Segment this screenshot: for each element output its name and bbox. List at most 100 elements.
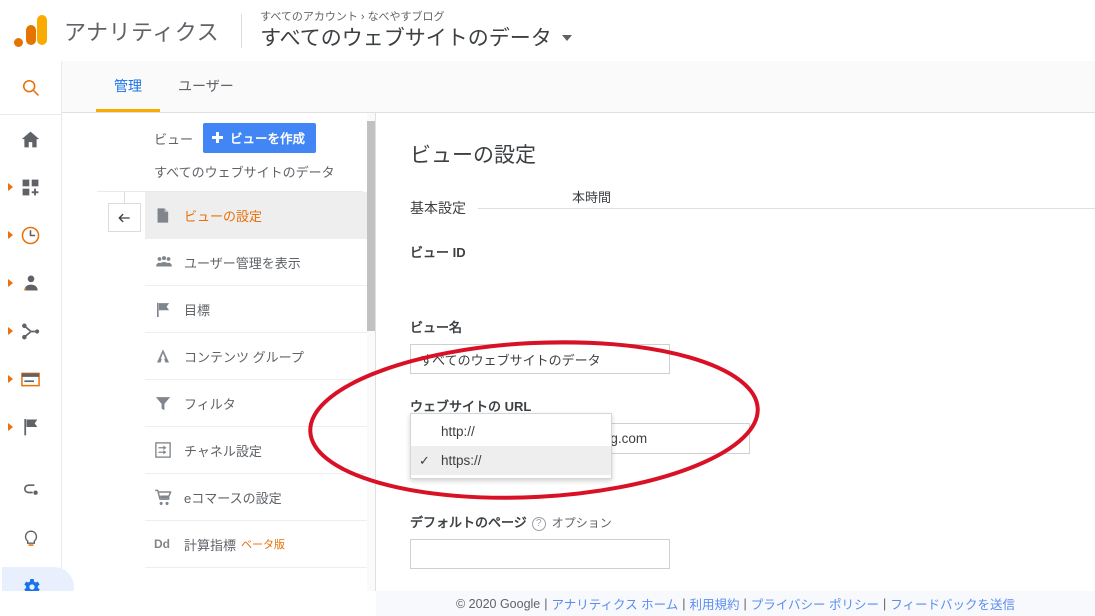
nav-item-label: ビューの設定 (184, 208, 263, 224)
optional-label: オプション (551, 516, 612, 530)
top-header: アナリティクス すべてのアカウント › なべやすブログ すべてのウェブサイトのデータ (0, 0, 1095, 61)
search-button[interactable] (0, 61, 61, 115)
nav-item-channel-settings[interactable]: チャネル設定 (145, 427, 375, 474)
breadcrumb-account[interactable]: すべてのアカウント (260, 11, 358, 23)
attribution-icon (23, 484, 38, 495)
create-view-label: ビューを作成 (230, 132, 306, 146)
breadcrumb-separator: › (360, 10, 365, 23)
nav-item-view-settings[interactable]: ビューの設定 (145, 192, 375, 239)
default-page-field: デフォルトのページ? オプション (410, 512, 1095, 569)
nav-item-label: フィルタ (184, 396, 236, 412)
view-name-label: ビュー名 (410, 320, 463, 335)
document-icon (154, 206, 184, 225)
page-title: ビューの設定 (410, 144, 536, 167)
flag-icon (154, 300, 184, 319)
nav-scrollbar-thumb[interactable] (367, 121, 375, 331)
rail-item-attribution[interactable] (0, 467, 61, 515)
person-audience-icon (23, 275, 38, 291)
shopping-cart-icon (154, 488, 184, 507)
filter-funnel-icon (154, 394, 184, 413)
left-icon-rail (0, 61, 74, 616)
content-group-icon (154, 347, 184, 366)
chevron-right-icon (8, 375, 13, 383)
home-icon (21, 131, 40, 147)
checkmark-icon: ✓ (419, 452, 430, 468)
view-name-input[interactable] (410, 344, 670, 374)
current-view-name[interactable]: すべてのウェブサイトのデータ (97, 153, 363, 192)
nav-item-filters[interactable]: フィルタ (145, 380, 375, 427)
default-page-label: デフォルトのページ (410, 515, 527, 530)
view-name-field: ビュー名 (410, 317, 1095, 374)
dropdown-option-https[interactable]: ✓ https:// (411, 446, 611, 475)
rail-item-home[interactable] (0, 115, 61, 163)
rail-item-acquisition[interactable] (0, 307, 61, 355)
brand-name: アナリティクス (64, 19, 220, 45)
dropdown-option-label: http:// (441, 424, 475, 439)
chevron-right-icon (8, 231, 13, 239)
nav-item-label: コンテンツ グループ (184, 349, 304, 365)
nav-item-label: 計算指標 (184, 537, 237, 553)
plus-icon (212, 132, 224, 143)
footer-pipe: | (883, 596, 887, 611)
create-view-button[interactable]: ビューを作成 (203, 123, 317, 153)
dropdown-option-label: https:// (441, 453, 482, 468)
analytics-admin-screen: アナリティクス すべてのアカウント › なべやすブログ すべてのウェブサイトのデータ (0, 0, 1095, 616)
footer-pipe: | (743, 596, 747, 611)
nav-item-goals[interactable]: 目標 (145, 286, 375, 333)
view-title: すべてのウェブサイトのデータ (260, 26, 552, 50)
tab-users[interactable]: ユーザー (160, 60, 252, 112)
lightbulb-discover-icon (24, 530, 37, 546)
footer-link-analytics-home[interactable]: アナリティクス ホーム (552, 594, 679, 613)
rail-item-behavior[interactable] (0, 355, 61, 403)
chevron-right-icon (8, 423, 13, 431)
nav-item-content-grouping[interactable]: コンテンツ グループ (145, 333, 375, 380)
rail-item-discover[interactable] (0, 515, 61, 563)
view-selector[interactable]: すべてのウェブサイトのデータ (260, 25, 572, 52)
tab-admin[interactable]: 管理 (96, 60, 160, 112)
dd-text-icon: Dd (154, 537, 170, 551)
channel-settings-icon (154, 441, 184, 459)
nav-item-user-management[interactable]: ユーザー管理を表示 (145, 239, 375, 286)
nav-item-calculated-metrics[interactable]: Dd 計算指標 ベータ版 (145, 521, 375, 568)
analytics-logo[interactable] (0, 0, 62, 61)
timezone-text-partial: 本時間 (572, 190, 612, 205)
nav-item-label: eコマースの設定 (184, 490, 282, 506)
footer-link-privacy[interactable]: プライバシー ポリシー (751, 594, 879, 613)
analytics-bars-icon (14, 14, 48, 47)
nav-item-label: チャネル設定 (184, 443, 262, 459)
nav-item-ecommerce-settings[interactable]: eコマースの設定 (145, 474, 375, 521)
protocol-dropdown-menu: http:// ✓ https:// (410, 413, 612, 479)
footer-pipe: | (544, 596, 548, 611)
people-icon (154, 253, 184, 271)
admin-tabs: 管理 ユーザー (62, 61, 1095, 113)
header-divider (241, 13, 243, 48)
view-id-label: ビュー ID (410, 245, 466, 260)
view-settings-panel: ビューの設定 基本設定 ビュー ID ビュー名 ウェブサイトの URL http… (376, 113, 1095, 602)
rail-item-realtime[interactable] (0, 211, 61, 259)
breadcrumb: すべてのアカウント › なべやすブログ すべてのウェブサイトのデータ (260, 10, 572, 52)
nav-item-label: ユーザー管理を表示 (184, 255, 301, 271)
footer-link-terms[interactable]: 利用規約 (690, 594, 740, 613)
chevron-right-icon (8, 183, 13, 191)
collapse-nav-button[interactable] (108, 203, 141, 232)
breadcrumb-property[interactable]: なべやすブログ (368, 11, 445, 23)
search-icon (22, 79, 39, 96)
help-question-icon[interactable]: ? (531, 516, 546, 531)
dropdown-option-http[interactable]: http:// (411, 417, 611, 446)
nav-item-label: 目標 (184, 302, 211, 318)
rail-item-conversions[interactable] (0, 403, 61, 451)
default-page-label-row: デフォルトのページ? オプション (410, 512, 1095, 531)
view-settings-nav: ビュー ビューを作成 すべてのウェブサイトのデータ ビューの設定 ユーザー管理を… (97, 113, 375, 591)
rail-item-audience[interactable] (0, 259, 61, 307)
footer-pipe: | (682, 596, 686, 611)
footer-link-feedback[interactable]: フィードバックを送信 (890, 594, 1015, 613)
rail-item-customization[interactable] (0, 163, 61, 211)
chevron-down-icon (561, 35, 572, 41)
window-behavior-icon (21, 372, 40, 386)
default-page-input[interactable] (410, 539, 670, 569)
clock-realtime-icon (21, 226, 40, 244)
view-id-field: ビュー ID (410, 242, 1095, 295)
chevron-right-icon (8, 279, 13, 287)
nav-header: ビュー ビューを作成 (97, 113, 375, 153)
section-label: 基本設定 (410, 200, 466, 216)
